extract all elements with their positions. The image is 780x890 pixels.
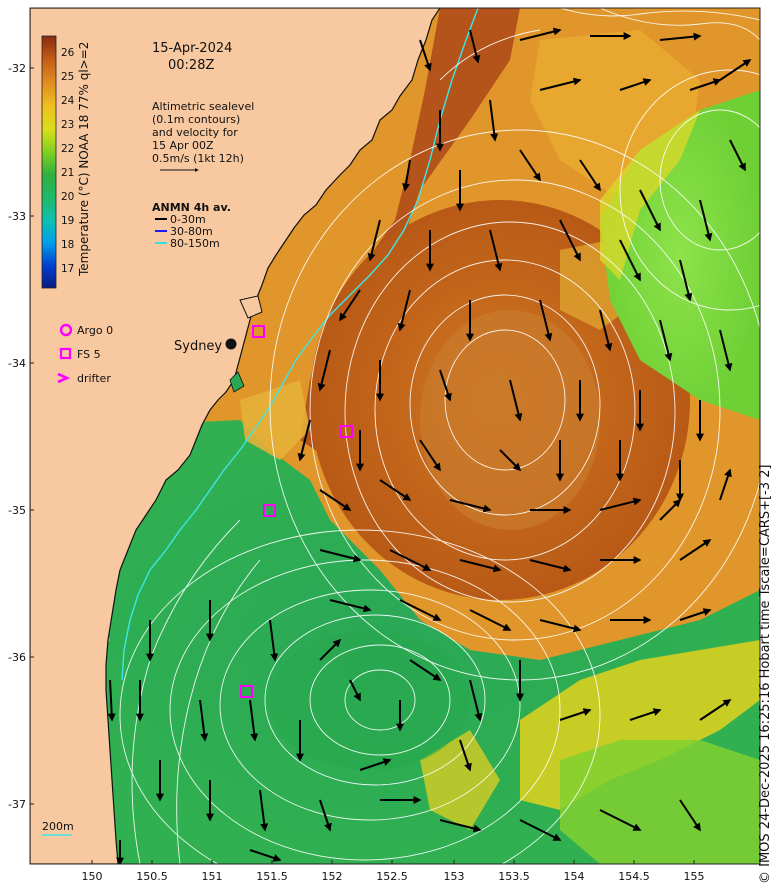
- credit-container: © IMOS 24-Dec-2025 16:25:16 Hobart time …: [758, 465, 773, 885]
- obs-legend-item: FS 5: [77, 348, 101, 361]
- lon-tick: 152.5: [376, 870, 408, 883]
- anmn-legend-item: 80-150m: [170, 237, 220, 250]
- obs-legend-item: drifter: [77, 372, 111, 385]
- lat-tick: -36: [8, 651, 26, 664]
- colorbar-scale: [41, 35, 57, 289]
- lat-tick: -34: [8, 357, 26, 370]
- lon-tick: 154: [564, 870, 585, 883]
- lat-tick: -35: [8, 504, 26, 517]
- lon-tick: 150.5: [136, 870, 168, 883]
- colorbar-tick: 23: [61, 119, 74, 131]
- lat-tick: -32: [8, 62, 26, 75]
- lon-tick: 151.5: [256, 870, 288, 883]
- lat-tick: -33: [8, 210, 26, 223]
- city-label: Sydney: [174, 339, 222, 354]
- colorbar-tick: 25: [61, 71, 74, 83]
- lon-tick: 155: [684, 870, 705, 883]
- colorbar-tick: 19: [61, 215, 74, 227]
- note-line: Altimetric sealevel: [152, 100, 254, 113]
- colorbar-label: Temperature (°C) NOAA 18 77% ql>=2: [77, 42, 91, 277]
- colorbar-tick: 24: [61, 95, 75, 107]
- sydney-city-dot: [225, 338, 237, 350]
- lon-tick: 153: [444, 870, 465, 883]
- credit-text: © IMOS 24-Dec-2025 16:25:16 Hobart time …: [758, 464, 773, 884]
- map-panel: [30, 8, 760, 864]
- colorbar-tick: 26: [61, 47, 75, 59]
- lon-tick: 151: [202, 870, 223, 883]
- note-line: 15 Apr 00Z: [152, 139, 214, 152]
- lon-tick: 153.5: [498, 870, 530, 883]
- obs-legend-item: Argo 0: [77, 324, 113, 337]
- colorbar-tick: 21: [61, 167, 74, 179]
- colorbar-tick: 20: [61, 191, 74, 203]
- lon-tick: 150: [82, 870, 103, 883]
- sst-map-figure: -32 -33 -34 -35 -36 -37 150 150.5 151 15…: [8, 7, 761, 883]
- map-time: 00:28Z: [168, 58, 214, 73]
- map-date: 15-Apr-2024: [152, 41, 232, 56]
- lon-tick: 152: [322, 870, 343, 883]
- note-line: (0.1m contours): [152, 113, 240, 126]
- colorbar-tick: 22: [61, 143, 74, 155]
- isobath-label: 200m: [42, 820, 74, 833]
- note-line: 0.5m/s (1kt 12h): [152, 152, 244, 165]
- colorbar-tick: 17: [61, 263, 74, 275]
- lat-tick: -37: [8, 798, 26, 811]
- note-line: and velocity for: [152, 126, 238, 139]
- colorbar-tick: 18: [61, 239, 74, 251]
- lon-tick: 154.5: [618, 870, 650, 883]
